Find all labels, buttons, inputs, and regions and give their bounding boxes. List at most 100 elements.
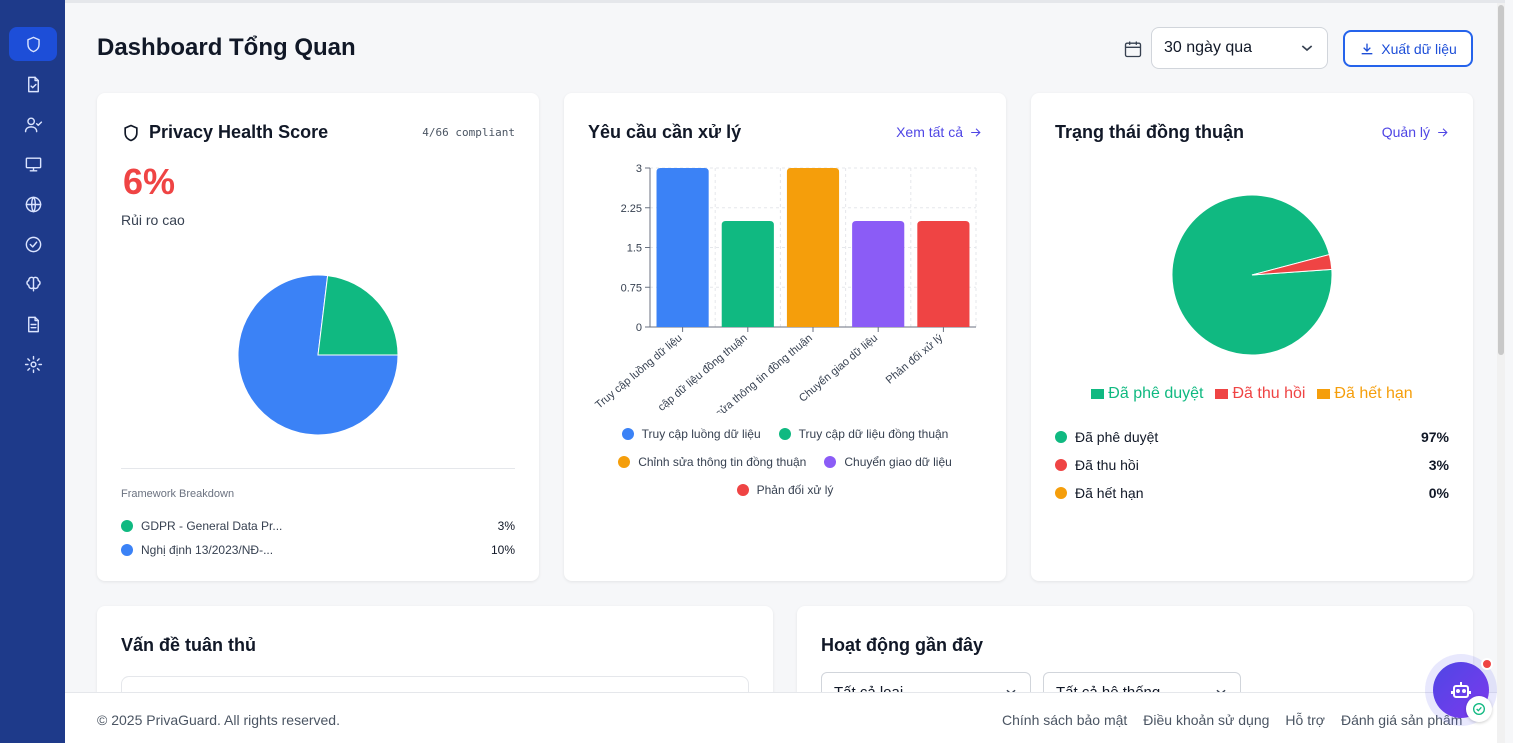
stat-label: Đã phê duyệt [1075, 429, 1159, 445]
manage-link[interactable]: Quản lý [1382, 124, 1449, 140]
shield-icon [26, 36, 40, 52]
legend-item: Chuyển giao dữ liệu [824, 455, 952, 469]
sidebar-item-documents[interactable] [9, 67, 57, 101]
issues-title: Vấn đề tuân thủ [121, 635, 256, 655]
sidebar-item-dashboard[interactable] [9, 27, 57, 61]
legend-item: Phản đối xử lý [736, 483, 833, 497]
view-all-label: Xem tất cả [896, 124, 963, 140]
framework-pie-chart [237, 274, 399, 436]
footer-link-terms[interactable]: Điều khoản sử dụng [1143, 712, 1269, 728]
legend-item: Truy cập luồng dữ liệu [621, 427, 761, 441]
divider [121, 468, 515, 469]
framework-pct: 3% [497, 519, 515, 533]
bar[interactable] [917, 221, 970, 327]
calendar-icon [1123, 39, 1143, 59]
risk-label: Rủi ro cao [121, 212, 185, 228]
chevron-down-icon [1301, 45, 1313, 52]
y-tick-label: 0 [636, 322, 642, 334]
consent-title: Trạng thái đồng thuận [1055, 122, 1244, 142]
arrow-right-icon [971, 127, 981, 137]
requests-bar-chart: 00.751.52.253Truy cập luồng dữ liệucập d… [593, 163, 977, 413]
check-circle-icon [25, 236, 41, 252]
bar-legend-row: Phản đối xử lý [564, 483, 1006, 497]
user-check-icon [24, 116, 42, 132]
framework-name: Nghị định 13/2023/NĐ-... [141, 543, 274, 557]
scrollbar-thumb[interactable] [1498, 5, 1504, 355]
document-icon [27, 316, 39, 332]
bar[interactable] [721, 221, 774, 327]
consent-pie-chart [1171, 194, 1333, 356]
status-check-badge[interactable] [1466, 696, 1492, 722]
framework-breakdown-title: Framework Breakdown [121, 488, 235, 500]
legend-item: Chỉnh sửa thông tin đồng thuận [618, 455, 806, 469]
health-score: 6% [123, 161, 176, 202]
y-tick-label: 2.25 [621, 203, 642, 215]
legend-dot [1055, 487, 1067, 499]
footer-link-support[interactable]: Hỗ trợ [1285, 712, 1325, 728]
legend-dot [1055, 431, 1067, 443]
page-title: Dashboard Tổng Quan [97, 34, 356, 61]
framework-row: GDPR - General Data Pr... 3% [121, 517, 515, 535]
framework-pct: 10% [490, 543, 515, 557]
sidebar-item-systems[interactable] [9, 147, 57, 181]
y-tick-label: 1.5 [627, 243, 642, 255]
sidebar-item-compliance[interactable] [9, 227, 57, 261]
export-label: Xuất dữ liệu [1381, 40, 1457, 57]
arrow-right-icon [1438, 127, 1448, 137]
manage-label: Quản lý [1381, 124, 1430, 140]
compliant-count: 4/66 compliant [422, 126, 515, 139]
framework-name: GDPR - General Data Pr... [141, 519, 283, 533]
consent-stat-row: Đã hết hạn 0% [1055, 483, 1449, 503]
view-all-link[interactable]: Xem tất cả [896, 124, 982, 140]
consent-stat-row: Đã phê duyệt 97% [1055, 427, 1449, 447]
file-check-icon [27, 76, 39, 92]
footer-link-review[interactable]: Đánh giá sản phẩm [1341, 712, 1462, 728]
legend-dot [1055, 459, 1067, 471]
bar[interactable] [786, 168, 840, 327]
consent-stat-row: Đã thu hồi 3% [1055, 455, 1449, 475]
bar[interactable] [656, 168, 709, 327]
stat-label: Đã thu hồi [1075, 457, 1139, 473]
stat-pct: 0% [1428, 485, 1449, 501]
date-range-value: 30 ngày qua [1164, 39, 1253, 56]
footer-link-privacy[interactable]: Chính sách bảo mật [1002, 712, 1127, 728]
legend-dot [121, 520, 133, 532]
legend-item: Đã phê duyệt [1091, 385, 1203, 403]
globe-icon [25, 196, 41, 212]
date-range-select[interactable]: 30 ngày qua [1151, 27, 1328, 69]
bar[interactable] [852, 221, 905, 327]
shield-outline-icon [121, 123, 141, 143]
consent-card: Trạng thái đồng thuận Quản lý Đã phê duy… [1031, 93, 1473, 581]
privacy-health-card: Privacy Health Score 4/66 compliant 6% R… [97, 93, 539, 581]
legend-item: Đã thu hồi [1215, 385, 1305, 403]
consent-legend: Đã phê duyệt Đã thu hồi Đã hết hạn [1031, 385, 1473, 403]
requests-title: Yêu cầu cần xử lý [588, 122, 742, 142]
main-content: Dashboard Tổng Quan 30 ngày qua Xuất dữ … [65, 0, 1505, 743]
bar-legend-row: Truy cập luồng dữ liệu Truy cập dữ liệu … [564, 427, 1006, 441]
monitor-icon [25, 156, 41, 172]
sidebar-item-settings[interactable] [9, 347, 57, 381]
y-tick-label: 3 [636, 163, 642, 175]
sidebar-item-global[interactable] [9, 187, 57, 221]
stat-pct: 97% [1420, 429, 1449, 445]
legend-item: Đã hết hạn [1317, 385, 1413, 403]
sidebar-item-reports[interactable] [9, 307, 57, 341]
legend-item: Truy cập dữ liệu đồng thuận [778, 427, 948, 441]
stat-label: Đã hết hạn [1075, 485, 1144, 501]
check-circle-icon [1473, 703, 1485, 715]
sidebar-item-users[interactable] [9, 107, 57, 141]
pie-slice [317, 275, 399, 356]
activity-title: Hoạt động gần đây [821, 635, 983, 655]
framework-row: Nghị định 13/2023/NĐ-... 10% [121, 541, 515, 559]
export-button[interactable]: Xuất dữ liệu [1343, 30, 1473, 67]
requests-card: Yêu cầu cần xử lý Xem tất cả 0 0.75 1.5 2.2… [564, 93, 1006, 581]
notification-badge [1481, 658, 1493, 670]
brain-icon [25, 276, 41, 292]
footer-links: Chính sách bảo mật Điều khoản sử dụng Hỗ… [1002, 712, 1462, 728]
bar-legend-row: Chỉnh sửa thông tin đồng thuận Chuyển gi… [564, 455, 1006, 469]
health-title: Privacy Health Score [149, 122, 329, 142]
stat-pct: 3% [1428, 457, 1449, 473]
x-tick-label: Phản đối xử lý [884, 332, 946, 387]
scrollbar[interactable] [1497, 3, 1505, 743]
sidebar-item-ai[interactable] [9, 267, 57, 301]
